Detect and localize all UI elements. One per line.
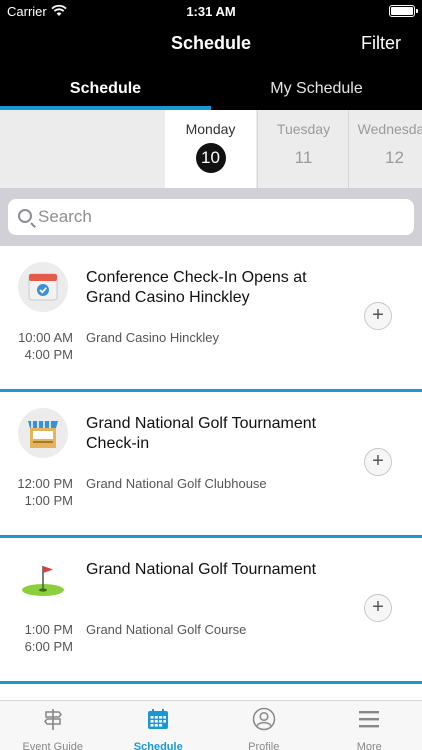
day-number: 10 (195, 143, 226, 173)
battery-icon (389, 5, 418, 17)
day-wednesday[interactable]: Wednesday 12 (349, 110, 422, 188)
bottom-tab-bar: Event Guide Schedule Profile More (0, 700, 422, 750)
page-title: Schedule (170, 33, 252, 53)
add-to-schedule-button[interactable]: + (364, 594, 392, 622)
schedule-tabs: Schedule My Schedule (0, 72, 422, 110)
day-monday[interactable]: Monday 10 (165, 110, 256, 188)
day-name: Monday (185, 121, 236, 137)
booth-icon (18, 408, 68, 458)
search-input[interactable] (38, 199, 408, 235)
tabbar-label: Event Guide (22, 741, 84, 750)
event-start-time: 10:00 AM (18, 330, 73, 345)
tabbar-item-more[interactable]: More (317, 701, 422, 750)
event-row[interactable]: Grand National Golf Tournament 1:00 PM 6… (0, 538, 422, 684)
add-to-schedule-button[interactable]: + (364, 448, 392, 476)
tabbar-label: Schedule (133, 741, 183, 750)
tabbar-item-profile[interactable]: Profile (211, 701, 317, 750)
tab-my-schedule[interactable]: My Schedule (211, 72, 422, 110)
signpost-icon (43, 709, 62, 730)
top-bar: Carrier 1:31 AM Schedule Filter Schedule… (0, 0, 422, 110)
tab-schedule[interactable]: Schedule (0, 72, 211, 110)
tabbar-item-event-guide[interactable]: Event Guide (0, 701, 106, 750)
search-bar (0, 188, 422, 246)
event-end-time: 1:00 PM (24, 493, 73, 508)
event-row[interactable]: Conference Check-In Opens at Grand Casin… (0, 246, 422, 392)
search-icon (18, 209, 32, 223)
search-field[interactable] (8, 199, 414, 235)
event-times: 12:00 PM 1:00 PM (0, 475, 73, 509)
event-start-time: 1:00 PM (24, 622, 73, 637)
filter-button[interactable]: Filter (361, 33, 401, 54)
day-number: 12 (385, 148, 404, 167)
golf-flag-icon (18, 554, 68, 604)
event-location: Grand National Golf Clubhouse (86, 476, 267, 491)
status-time: 1:31 AM (186, 4, 236, 19)
menu-icon (359, 711, 380, 728)
event-end-time: 4:00 PM (24, 347, 73, 362)
event-title: Grand National Golf Tournament Check-in (86, 415, 317, 452)
profile-icon (252, 707, 275, 731)
calendar-icon (18, 262, 68, 312)
event-title: Conference Check-In Opens at Grand Casin… (86, 269, 307, 306)
event-location: Grand National Golf Course (86, 622, 247, 637)
event-end-time: 6:00 PM (24, 639, 73, 654)
day-name: Tuesday (276, 121, 331, 137)
day-name: Wednesday (357, 121, 422, 137)
day-selector: Monday 10 Tuesday 11 Wednesday 12 (0, 110, 422, 188)
event-row[interactable]: Grand National Golf Tournament Check-in … (0, 392, 422, 538)
event-times: 1:00 PM 6:00 PM (0, 621, 73, 655)
event-location: Grand Casino Hinckley (86, 330, 219, 345)
event-times: 10:00 AM 4:00 PM (0, 329, 73, 363)
tabbar-item-schedule[interactable]: Schedule (106, 701, 212, 750)
day-number: 11 (294, 148, 313, 167)
event-title: Grand National Golf Tournament (86, 561, 317, 578)
day-tuesday[interactable]: Tuesday 11 (258, 110, 349, 188)
tabbar-label: Profile (248, 741, 280, 750)
event-start-time: 12:00 PM (17, 476, 73, 491)
status-bar: Carrier 1:31 AM (0, 0, 422, 22)
tabbar-label: More (356, 741, 382, 750)
add-to-schedule-button[interactable]: + (364, 302, 392, 330)
calendar-icon (148, 709, 169, 729)
